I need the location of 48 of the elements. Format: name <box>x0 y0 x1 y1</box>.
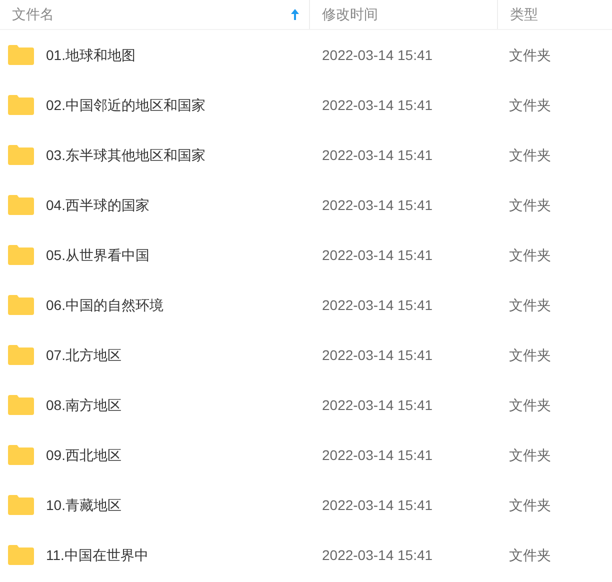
sort-up-arrow-icon[interactable] <box>291 9 299 20</box>
folder-name[interactable]: 09.西北地区 <box>46 444 122 466</box>
file-type: 文件夹 <box>509 46 551 62</box>
modified-date: 2022-03-14 15:41 <box>322 96 433 112</box>
modified-date: 2022-03-14 15:41 <box>322 546 433 562</box>
modified-date: 2022-03-14 15:41 <box>322 246 433 262</box>
folder-name[interactable]: 06.中国的自然环境 <box>46 294 164 316</box>
modified-date: 2022-03-14 15:41 <box>322 496 433 512</box>
folder-name[interactable]: 11.中国在世界中 <box>46 544 148 566</box>
folder-name[interactable]: 05.从世界看中国 <box>46 244 150 266</box>
folder-name[interactable]: 10.青藏地区 <box>46 494 122 516</box>
modified-date: 2022-03-14 15:41 <box>322 196 433 212</box>
folder-icon <box>8 245 34 265</box>
column-header[interactable]: 修改时间 <box>322 4 378 25</box>
modified-date: 2022-03-14 15:41 <box>322 446 433 462</box>
modified-date: 2022-03-14 15:41 <box>322 346 433 362</box>
file-type: 文件夹 <box>509 396 551 412</box>
folder-icon <box>8 545 34 565</box>
folder-icon <box>8 495 34 515</box>
file-type: 文件夹 <box>509 146 551 162</box>
file-type: 文件夹 <box>509 246 551 262</box>
folder-icon <box>8 45 34 65</box>
folder-name[interactable]: 03.东半球其他地区和国家 <box>46 144 206 166</box>
folder-icon <box>8 195 34 215</box>
folder-icon <box>8 395 34 415</box>
folder-name[interactable]: 07.北方地区 <box>46 344 122 366</box>
column-header[interactable]: 文件名 <box>12 4 54 25</box>
modified-date: 2022-03-14 15:41 <box>322 296 433 312</box>
modified-date: 2022-03-14 15:41 <box>322 46 433 62</box>
folder-icon <box>8 95 34 115</box>
folder-icon <box>8 145 34 165</box>
folder-name[interactable]: 01.地球和地图 <box>46 44 136 66</box>
file-type: 文件夹 <box>509 496 551 512</box>
file-type: 文件夹 <box>509 296 551 312</box>
file-type: 文件夹 <box>509 546 551 562</box>
folder-name[interactable]: 04.西半球的国家 <box>46 194 150 216</box>
file-type: 文件夹 <box>509 446 551 462</box>
file-type: 文件夹 <box>509 196 551 212</box>
folder-icon <box>8 345 34 365</box>
modified-date: 2022-03-14 15:41 <box>322 396 433 412</box>
folder-name[interactable]: 08.南方地区 <box>46 394 122 416</box>
file-type: 文件夹 <box>509 346 551 362</box>
folder-icon <box>8 445 34 465</box>
folder-icon <box>8 295 34 315</box>
modified-date: 2022-03-14 15:41 <box>322 146 433 162</box>
file-type: 文件夹 <box>509 96 551 112</box>
folder-name[interactable]: 02.中国邻近的地区和国家 <box>46 94 206 116</box>
column-header[interactable]: 类型 <box>510 4 538 25</box>
